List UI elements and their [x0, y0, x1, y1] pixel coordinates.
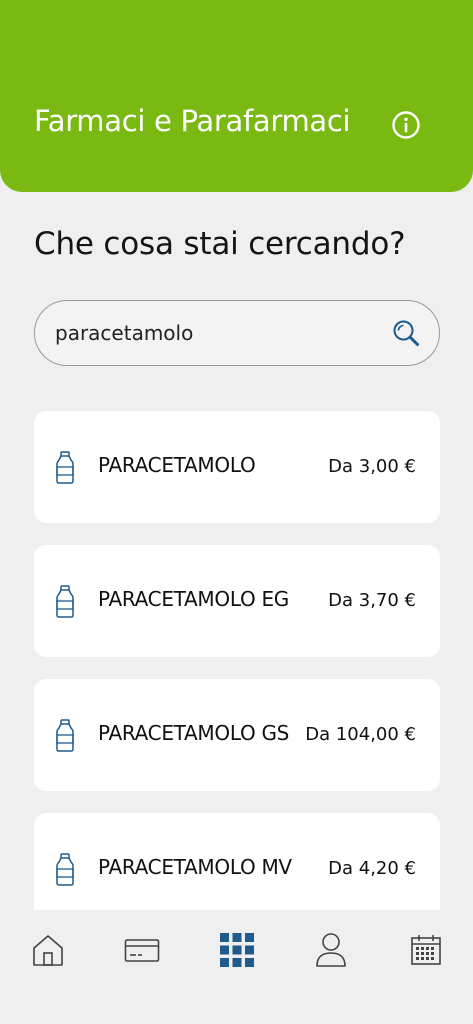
- tab-home[interactable]: [28, 930, 68, 970]
- search-bar: [34, 300, 440, 366]
- search-input[interactable]: [55, 316, 385, 350]
- tab-grid[interactable]: [217, 930, 257, 970]
- result-name: PARACETAMOLO MV: [98, 855, 292, 879]
- bottom-tab-bar: [0, 910, 473, 1024]
- home-icon: [33, 935, 63, 966]
- search-icon[interactable]: [392, 319, 420, 347]
- tab-calendar[interactable]: [406, 930, 446, 970]
- bottle-icon: [56, 719, 74, 752]
- user-icon: [316, 933, 346, 967]
- result-price: Da 3,70 €: [328, 590, 416, 611]
- result-card[interactable]: PARACETAMOLO Da 3,00 €: [34, 411, 440, 523]
- result-price: Da 3,00 €: [328, 456, 416, 477]
- result-price: Da 104,00 €: [305, 724, 416, 745]
- result-card[interactable]: PARACETAMOLO MV Da 4,20 €: [34, 813, 440, 910]
- result-price: Da 4,20 €: [328, 858, 416, 879]
- info-icon[interactable]: [391, 110, 421, 140]
- bottle-icon: [56, 451, 74, 484]
- tab-profile[interactable]: [311, 930, 351, 970]
- card-icon: [124, 939, 160, 962]
- results-list: PARACETAMOLO Da 3,00 € PARACETAMOLO EG D…: [34, 411, 440, 910]
- result-name: PARACETAMOLO EG: [98, 587, 289, 611]
- result-name: PARACETAMOLO: [98, 453, 256, 477]
- bottle-icon: [56, 853, 74, 886]
- app-header: Farmaci e Parafarmaci: [0, 0, 473, 192]
- tab-card[interactable]: [122, 930, 162, 970]
- result-card[interactable]: PARACETAMOLO EG Da 3,70 €: [34, 545, 440, 657]
- result-name: PARACETAMOLO GS: [98, 721, 290, 745]
- calendar-icon: [411, 935, 441, 965]
- result-card[interactable]: PARACETAMOLO GS Da 104,00 €: [34, 679, 440, 791]
- page-title: Farmaci e Parafarmaci: [34, 104, 351, 138]
- grid-icon: [220, 933, 254, 967]
- bottle-icon: [56, 585, 74, 618]
- search-question-heading: Che cosa stai cercando?: [34, 226, 406, 262]
